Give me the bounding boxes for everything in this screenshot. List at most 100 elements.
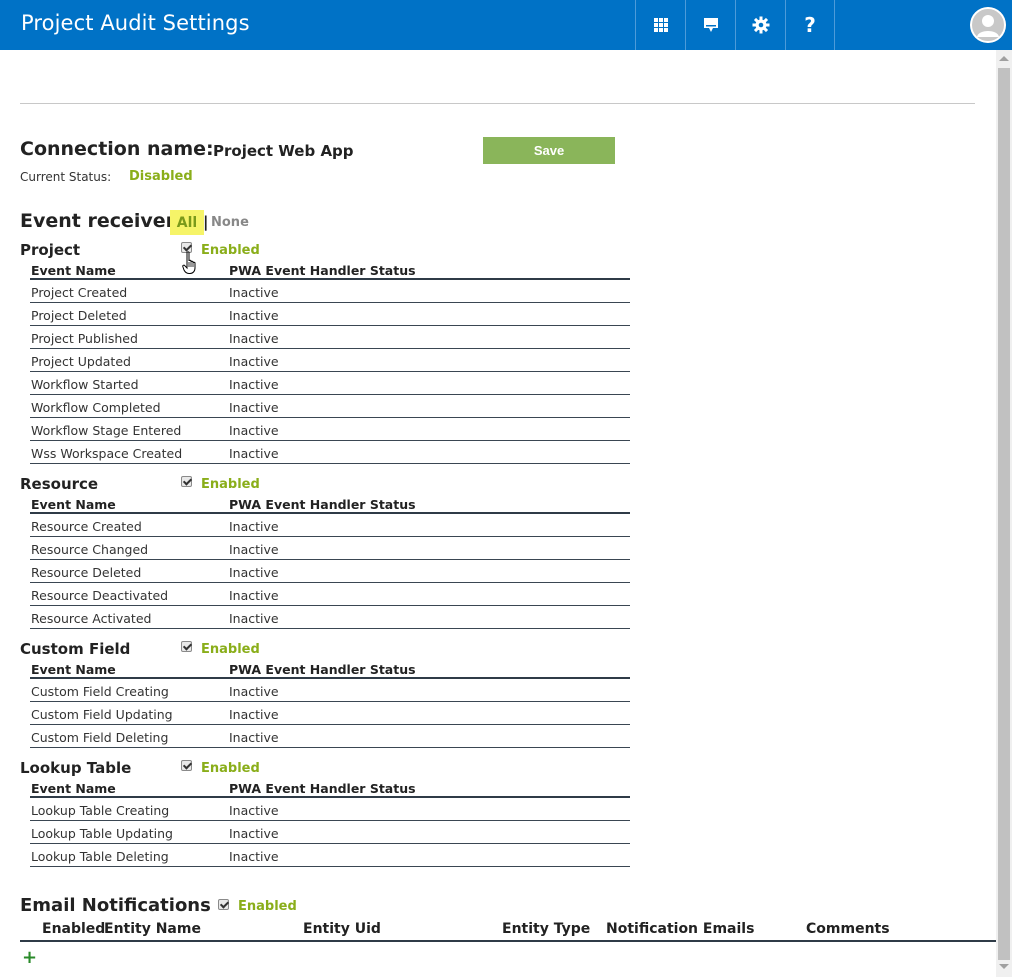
event-name: Workflow Stage Entered xyxy=(31,423,182,438)
scroll-up-arrow-icon[interactable] xyxy=(999,56,1009,61)
section-title-resource: Resource xyxy=(20,475,99,493)
column-header-entity-name: Entity Name xyxy=(104,921,201,937)
event-status: Inactive xyxy=(229,611,279,626)
event-name: Workflow Completed xyxy=(31,400,161,415)
select-none-link[interactable]: None xyxy=(211,215,249,230)
chat-icon xyxy=(703,18,718,32)
email-notifications-title: Email Notifications xyxy=(20,895,211,916)
table-header: Event Name PWA Event Handler Status xyxy=(30,780,630,798)
hand-cursor-icon xyxy=(182,251,196,274)
table-row: Resource Deleted Inactive xyxy=(30,560,630,583)
event-status: Inactive xyxy=(229,519,279,534)
event-status: Inactive xyxy=(229,849,279,864)
column-header-event-name: Event Name xyxy=(31,263,116,278)
help-icon: ? xyxy=(804,13,816,37)
event-name: Workflow Started xyxy=(31,377,139,392)
current-status-value: Disabled xyxy=(129,169,193,184)
event-status: Inactive xyxy=(229,707,279,722)
select-all-link[interactable]: All xyxy=(170,210,204,235)
table-row: Project Updated Inactive xyxy=(30,349,630,372)
email-table-header: Enabled Entity Name Entity Uid Entity Ty… xyxy=(20,920,996,942)
column-header-enabled: Enabled xyxy=(42,921,106,937)
section-title-project: Project xyxy=(20,241,81,259)
event-name: Lookup Table Deleting xyxy=(31,849,169,864)
event-status: Inactive xyxy=(229,377,279,392)
project-enabled-label: Enabled xyxy=(201,243,260,258)
event-status: Inactive xyxy=(229,684,279,699)
section-title-custom-field: Custom Field xyxy=(20,640,131,658)
add-notification-button[interactable]: + xyxy=(22,947,37,968)
event-status: Inactive xyxy=(229,400,279,415)
event-receivers-title: Event receivers xyxy=(20,210,187,232)
custom-field-enabled-label: Enabled xyxy=(201,642,260,657)
column-header-event-name: Event Name xyxy=(31,781,116,796)
custom-field-enabled-checkbox[interactable] xyxy=(181,641,192,652)
event-name: Resource Created xyxy=(31,519,142,534)
email-enabled-checkbox[interactable] xyxy=(218,899,229,910)
event-status: Inactive xyxy=(229,446,279,461)
event-name: Project Deleted xyxy=(31,308,127,323)
scroll-down-arrow-icon[interactable] xyxy=(999,964,1009,969)
event-name: Custom Field Updating xyxy=(31,707,173,722)
table-header: Event Name PWA Event Handler Status xyxy=(30,661,630,679)
column-header-comments: Comments xyxy=(806,921,890,937)
event-status: Inactive xyxy=(229,542,279,557)
column-header-entity-uid: Entity Uid xyxy=(303,921,381,937)
table-row: Workflow Started Inactive xyxy=(30,372,630,395)
event-name: Lookup Table Creating xyxy=(31,803,170,818)
column-header-status: PWA Event Handler Status xyxy=(229,263,416,278)
gear-icon xyxy=(752,16,769,34)
table-row: Resource Activated Inactive xyxy=(30,606,630,629)
table-row: Wss Workspace Created Inactive xyxy=(30,441,630,464)
help-button[interactable]: ? xyxy=(785,0,835,50)
table-row: Lookup Table Updating Inactive xyxy=(30,821,630,844)
save-button[interactable]: Save xyxy=(483,137,615,164)
table-row: Resource Deactivated Inactive xyxy=(30,583,630,606)
link-separator: | xyxy=(203,213,209,231)
email-enabled-label: Enabled xyxy=(238,899,297,914)
lookup-table-enabled-checkbox[interactable] xyxy=(181,760,192,771)
event-status: Inactive xyxy=(229,588,279,603)
scroll-thumb[interactable] xyxy=(998,68,1010,960)
resource-enabled-checkbox[interactable] xyxy=(181,476,192,487)
column-header-event-name: Event Name xyxy=(31,662,116,677)
column-header-status: PWA Event Handler Status xyxy=(229,497,416,512)
table-row: Custom Field Deleting Inactive xyxy=(30,725,630,748)
user-avatar-button[interactable] xyxy=(970,7,1006,43)
column-header-status: PWA Event Handler Status xyxy=(229,662,416,677)
event-status: Inactive xyxy=(229,803,279,818)
connection-name-label: Connection name: xyxy=(20,138,214,160)
vertical-scrollbar[interactable] xyxy=(996,50,1012,977)
divider xyxy=(20,103,975,104)
event-name: Custom Field Deleting xyxy=(31,730,169,745)
event-name: Project Published xyxy=(31,331,138,346)
app-launcher-button[interactable] xyxy=(635,0,685,50)
top-bar: Project Audit Settings ? xyxy=(0,0,1012,50)
column-header-notification-emails: Notification Emails xyxy=(606,921,755,937)
section-title-lookup-table: Lookup Table xyxy=(20,759,132,777)
table-row: Resource Created Inactive xyxy=(30,514,630,537)
event-status: Inactive xyxy=(229,354,279,369)
event-status: Inactive xyxy=(229,285,279,300)
chat-button[interactable] xyxy=(685,0,735,50)
settings-button[interactable] xyxy=(735,0,785,50)
event-status: Inactive xyxy=(229,565,279,580)
event-name: Resource Changed xyxy=(31,542,149,557)
connection-name-value: Project Web App xyxy=(213,142,354,160)
table-row: Workflow Stage Entered Inactive xyxy=(30,418,630,441)
event-name: Resource Deleted xyxy=(31,565,142,580)
page-title: Project Audit Settings xyxy=(21,11,250,35)
lookup-table-events-table: Event Name PWA Event Handler Status Look… xyxy=(30,780,630,867)
table-row: Project Published Inactive xyxy=(30,326,630,349)
user-avatar-icon xyxy=(970,7,1006,43)
table-row: Project Deleted Inactive xyxy=(30,303,630,326)
table-row: Resource Changed Inactive xyxy=(30,537,630,560)
event-name: Project Updated xyxy=(31,354,131,369)
table-row: Workflow Completed Inactive xyxy=(30,395,630,418)
event-name: Wss Workspace Created xyxy=(31,446,183,461)
column-header-event-name: Event Name xyxy=(31,497,116,512)
event-name: Project Created xyxy=(31,285,128,300)
event-status: Inactive xyxy=(229,423,279,438)
custom-field-events-table: Event Name PWA Event Handler Status Cust… xyxy=(30,661,630,748)
project-events-table: Event Name PWA Event Handler Status Proj… xyxy=(30,262,630,464)
